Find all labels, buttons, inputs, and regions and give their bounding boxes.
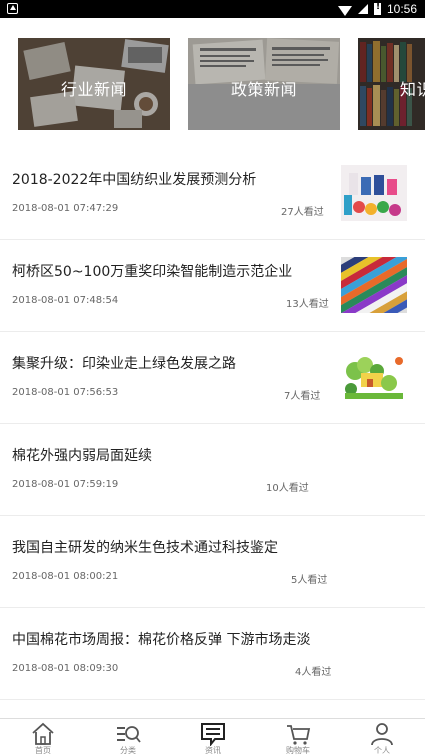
bottom-tab-bar: 首页 分类 资讯 购物车 个人 (0, 718, 425, 755)
tab-label: 购物车 (286, 746, 310, 755)
news-item[interactable]: 棉花外强内弱局面延续 2018-08-01 07:59:19 10人看过 (0, 424, 425, 516)
news-title: 棉花外强内弱局面延续 (12, 448, 152, 464)
news-item[interactable]: 2018-2022年中国纺织业发展预测分析 2018-08-01 07:47:2… (0, 148, 425, 240)
news-item[interactable]: 柯桥区50~100万重奖印染智能制造示范企业 2018-08-01 07:48:… (0, 240, 425, 332)
category-search-icon (117, 726, 141, 743)
news-item[interactable]: 我国自主研发的纳米生色技术通过科技鉴定 2018-08-01 08:00:21 … (0, 516, 425, 608)
category-knowledge[interactable]: 知识 (358, 38, 425, 130)
news-thumbnail (341, 257, 407, 313)
tab-label: 首页 (35, 746, 51, 755)
status-time: 10:56 (386, 2, 417, 16)
news-date: 2018-08-01 08:09:30 (12, 663, 119, 674)
home-icon (32, 722, 54, 745)
news-chat-icon (201, 723, 225, 746)
news-views: 27人看过 (281, 207, 324, 218)
news-item[interactable]: 中国棉花市场周报：棉花价格反弹 下游市场走淡 2018-08-01 08:09:… (0, 608, 425, 700)
news-title: 中国棉花市场周报：棉花价格反弹 下游市场走淡 (12, 632, 311, 648)
fabric-stripes-thumb (341, 257, 407, 313)
news-item[interactable]: 集聚升级：印染业走上绿色发展之路 2018-08-01 07:56:53 7人看… (0, 332, 425, 424)
news-list: 2018-2022年中国纺织业发展预测分析 2018-08-01 07:47:2… (0, 148, 425, 700)
tab-label: 分类 (120, 746, 136, 755)
tab-news[interactable]: 资讯 (183, 721, 243, 755)
category-label: 知识 (400, 80, 425, 99)
news-views: 4人看过 (295, 667, 332, 678)
news-date: 2018-08-01 07:59:19 (12, 479, 119, 490)
green-illustration-thumb (341, 349, 407, 405)
news-views: 5人看过 (291, 575, 328, 586)
news-title: 我国自主研发的纳米生色技术通过科技鉴定 (12, 540, 278, 556)
category-label: 行业新闻 (60, 80, 127, 99)
wifi-icon (337, 5, 352, 16)
news-date: 2018-08-01 07:56:53 (12, 387, 119, 398)
news-thumbnail (341, 165, 407, 221)
news-views: 13人看过 (286, 299, 329, 310)
tab-home[interactable]: 首页 (13, 721, 73, 755)
news-title: 集聚升级：印染业走上绿色发展之路 (12, 356, 236, 372)
tab-personal[interactable]: 个人 (352, 721, 412, 755)
battery-icon (373, 2, 381, 15)
category-policy-news[interactable]: 政策新闻 (188, 38, 340, 130)
status-indicators: 10:56 (337, 1, 417, 17)
notification-icon (7, 3, 18, 14)
category-label: 政策新闻 (230, 80, 297, 99)
cart-icon (287, 725, 311, 745)
user-icon (371, 723, 393, 746)
tab-label: 资讯 (205, 746, 221, 755)
category-industry-news[interactable]: 行业新闻 (18, 38, 170, 130)
news-date: 2018-08-01 07:47:29 (12, 203, 119, 214)
color-spools-thumb (341, 165, 407, 221)
news-title: 2018-2022年中国纺织业发展预测分析 (12, 172, 257, 188)
status-bar: 10:56 (0, 0, 425, 18)
news-date: 2018-08-01 07:48:54 (12, 295, 119, 306)
tab-label: 个人 (374, 746, 390, 755)
news-date: 2018-08-01 08:00:21 (12, 571, 119, 582)
signal-icon (357, 4, 368, 14)
category-carousel[interactable]: 行业新闻 政策新闻 知 (0, 38, 425, 130)
tab-cart[interactable]: 购物车 (268, 721, 328, 755)
news-thumbnail (341, 349, 407, 405)
news-views: 7人看过 (284, 391, 321, 402)
tab-category[interactable]: 分类 (98, 721, 158, 755)
news-title: 柯桥区50~100万重奖印染智能制造示范企业 (12, 264, 293, 280)
news-views: 10人看过 (266, 483, 309, 494)
